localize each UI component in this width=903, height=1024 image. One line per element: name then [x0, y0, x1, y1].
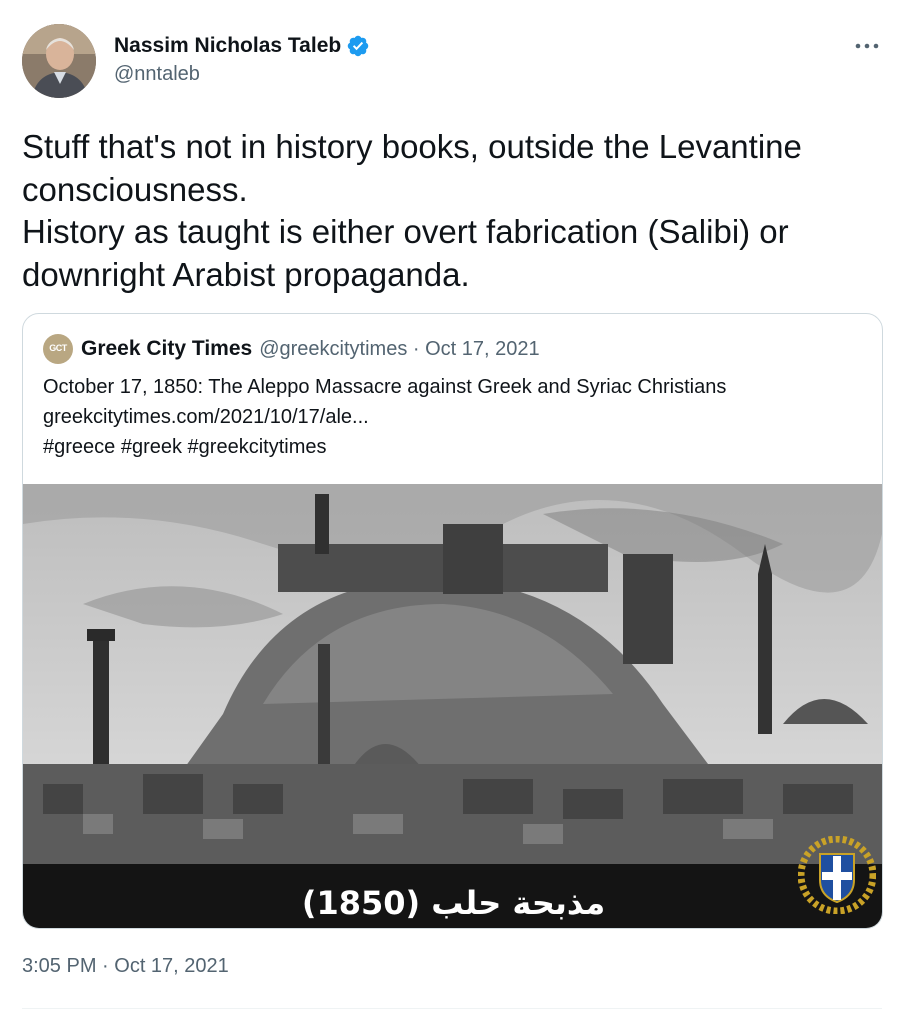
more-options-icon[interactable]	[852, 34, 882, 58]
quoted-tweet[interactable]: GCT Greek City Times @greekcitytimes · O…	[22, 313, 883, 929]
tweet-text-line: History as taught is either overt fabric…	[22, 213, 789, 250]
tweet-text-line: Stuff that's not in history books, outsi…	[22, 128, 802, 165]
author-display-name[interactable]: Nassim Nicholas Taleb	[114, 34, 341, 58]
divider	[22, 1008, 882, 1009]
quoted-tweet-text: October 17, 1850: The Aleppo Massacre ag…	[43, 372, 863, 462]
greek-emblem-icon	[798, 836, 876, 914]
aleppo-engraving-image	[23, 484, 882, 928]
author-names: Nassim Nicholas Taleb @nntaleb	[114, 32, 370, 86]
tweet-text-line: downright Arabist propaganda.	[22, 255, 470, 293]
verified-badge-icon	[347, 35, 369, 57]
quoted-author-avatar[interactable]: GCT	[43, 334, 73, 364]
tweet-text-line: consciousness.	[22, 170, 248, 208]
quoted-media-image[interactable]: (1850) مذبحة حلب	[23, 484, 882, 928]
tweet-header: Nassim Nicholas Taleb @nntaleb	[22, 24, 882, 104]
name-row: Nassim Nicholas Taleb	[114, 32, 370, 60]
quoted-author-name[interactable]: Greek City Times	[81, 337, 252, 361]
image-caption: (1850) مذبحة حلب	[301, 884, 606, 922]
author-handle[interactable]: @nntaleb	[114, 63, 370, 86]
tweet-timestamp[interactable]: 3:05 PM · Oct 17, 2021	[22, 955, 229, 978]
quoted-tweet-header: GCT Greek City Times @greekcitytimes · O…	[43, 334, 540, 364]
quoted-avatar-text: GCT	[49, 343, 67, 353]
quoted-text-line: October 17, 1850: The Aleppo Massacre ag…	[43, 376, 727, 398]
quoted-link[interactable]: greekcitytimes.com/2021/10/17/ale...	[43, 402, 863, 432]
author-avatar[interactable]	[22, 24, 96, 98]
tweet-text: Stuff that's not in history books, outsi…	[22, 126, 882, 296]
quoted-hashtags[interactable]: #greece #greek #greekcitytimes	[43, 432, 863, 462]
quoted-author-meta: @greekcitytimes · Oct 17, 2021	[259, 337, 540, 360]
